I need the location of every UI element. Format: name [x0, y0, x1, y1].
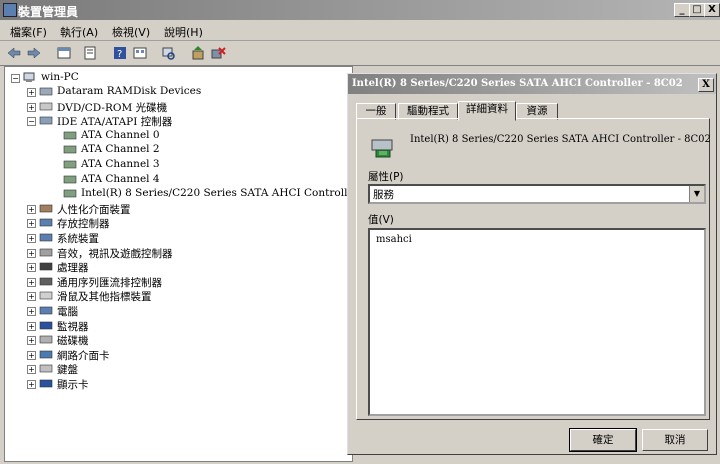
tree-node-label: ATA Channel 2 [81, 143, 160, 156]
console-tree-icon[interactable] [56, 45, 72, 61]
expand-icon[interactable]: + [27, 204, 36, 214]
tree-node-label: 人性化介面裝置 [57, 203, 131, 216]
window-title: 裝置管理員 [18, 5, 79, 19]
drive-icon [39, 335, 53, 344]
mouse-icon [39, 292, 53, 300]
expand-icon[interactable]: + [27, 234, 36, 243]
ide-controller-icon [39, 116, 53, 125]
device-name: Intel(R) 8 Series/C220 Series SATA AHCI … [410, 134, 711, 145]
tree-node-label: 處理器 [57, 262, 89, 275]
system-icon [39, 233, 53, 242]
channel-icon [63, 189, 77, 198]
monitor-icon [39, 321, 53, 329]
channel-icon [63, 146, 77, 154]
minimize-button[interactable]: _ [674, 3, 690, 17]
tree-root-label: win-PC [41, 71, 79, 83]
expand-icon[interactable]: + [27, 219, 36, 229]
property-select-value: 服務 [373, 189, 394, 201]
channel-icon [63, 160, 77, 169]
disk-icon [39, 87, 53, 96]
channel-icon [63, 131, 77, 140]
tree-node-label: 滑鼠及其他指標裝置 [57, 291, 152, 304]
expand-icon[interactable]: + [27, 380, 36, 389]
expand-icon[interactable]: + [27, 292, 36, 302]
tree-node-label: 磁碟機 [57, 335, 89, 348]
menu-file[interactable]: 檔案(F) [10, 24, 47, 40]
menu-view[interactable]: 檢視(V) [112, 24, 150, 40]
usb-icon [39, 277, 53, 286]
value-list[interactable]: msahci [368, 228, 706, 416]
expand-icon[interactable]: + [27, 102, 36, 112]
forward-arrow-icon[interactable] [26, 45, 42, 61]
svg-text:?: ? [117, 49, 122, 60]
collapse-icon[interactable]: − [11, 74, 20, 83]
menu-action[interactable]: 執行(A) [60, 24, 98, 40]
expand-icon[interactable]: + [27, 307, 36, 316]
cancel-button[interactable]: 取消 [642, 429, 708, 451]
tree-node-label: 通用序列匯流排控制器 [57, 276, 162, 289]
tab-details[interactable]: 詳細資料 [458, 101, 516, 121]
tree-node-label: 鍵盤 [57, 364, 78, 377]
dialog-titlebar: Intel(R) 8 Series/C220 Series SATA AHCI … [348, 74, 716, 94]
expand-icon[interactable]: + [27, 350, 36, 360]
close-button[interactable]: X [704, 3, 720, 17]
expand-icon[interactable]: + [27, 263, 36, 273]
hid-icon [39, 204, 53, 213]
dialog-title: Intel(R) 8 Series/C220 Series SATA AHCI … [352, 78, 687, 89]
tree-node-label: ATA Channel 0 [81, 128, 160, 141]
keyboard-icon [39, 365, 53, 373]
maximize-button[interactable]: □ [689, 3, 705, 17]
expand-icon[interactable]: + [27, 321, 36, 331]
help-icon[interactable]: ? [112, 45, 128, 61]
computer-icon [23, 72, 35, 82]
device-tree[interactable]: − win-PC + Dataram RAMDisk Devices + DVD/CD… [4, 66, 397, 462]
controller-device-icon [371, 139, 393, 158]
network-icon [39, 350, 53, 359]
toolbar: ? [0, 41, 720, 66]
tree-node-label: 音效，視訊及遊戲控制器 [57, 247, 173, 260]
tree-node-label: DVD/CD-ROM 光碟機 [57, 101, 168, 114]
dvd-icon [39, 102, 53, 110]
tree-node-label: 電腦 [57, 306, 78, 318]
tree-node-label: Dataram RAMDisk Devices [57, 85, 202, 97]
properties-icon[interactable] [82, 45, 98, 61]
ok-button[interactable]: 確定 [569, 428, 637, 452]
update-driver-icon[interactable] [190, 45, 206, 61]
window-titlebar: 裝置管理員 _ □ X [0, 0, 720, 20]
tree-node-label: 存放控制器 [57, 218, 110, 231]
tree-node-label: IDE ATA/ATAPI 控制器 [57, 116, 173, 129]
storage-icon [39, 219, 53, 227]
menu-help[interactable]: 說明(H) [164, 24, 203, 40]
property-label: 屬性(P) [368, 171, 404, 183]
tree-node-label: ATA Channel 4 [81, 172, 160, 185]
expand-icon[interactable]: + [27, 277, 36, 287]
display-icon [39, 379, 53, 388]
expand-icon[interactable]: + [27, 365, 36, 375]
tree-node-label: ATA Channel 3 [81, 158, 160, 170]
tree-node-label: 網路介面卡 [57, 349, 110, 362]
property-select[interactable]: 服務 ▼ [368, 184, 706, 204]
scan-hardware-icon[interactable] [160, 45, 176, 61]
menu-bar: 檔案(F) 執行(A) 檢視(V) 說明(H) [0, 20, 720, 41]
device-manager-icon [3, 3, 17, 17]
sound-icon [39, 248, 53, 256]
tree-node-label: 系統裝置 [57, 233, 99, 245]
tree-node-label: 顯示卡 [57, 379, 89, 391]
value-label: 值(V) [368, 214, 394, 226]
value-item[interactable]: msahci [376, 234, 412, 245]
expand-icon[interactable]: + [27, 248, 36, 258]
tree-node-label: 監視器 [57, 320, 89, 333]
view-icon[interactable] [132, 45, 148, 61]
computer-icon [39, 306, 53, 315]
expand-icon[interactable]: + [27, 336, 36, 346]
channel-icon [63, 175, 77, 183]
cpu-icon [39, 262, 53, 271]
chevron-down-icon[interactable]: ▼ [689, 186, 704, 202]
uninstall-icon[interactable] [210, 45, 226, 61]
collapse-icon[interactable]: − [27, 117, 36, 127]
expand-icon[interactable]: + [27, 88, 36, 97]
back-arrow-icon[interactable] [6, 45, 22, 61]
dialog-close-button[interactable]: X [698, 78, 714, 92]
properties-dialog: Intel(R) 8 Series/C220 Series SATA AHCI … [347, 73, 717, 455]
